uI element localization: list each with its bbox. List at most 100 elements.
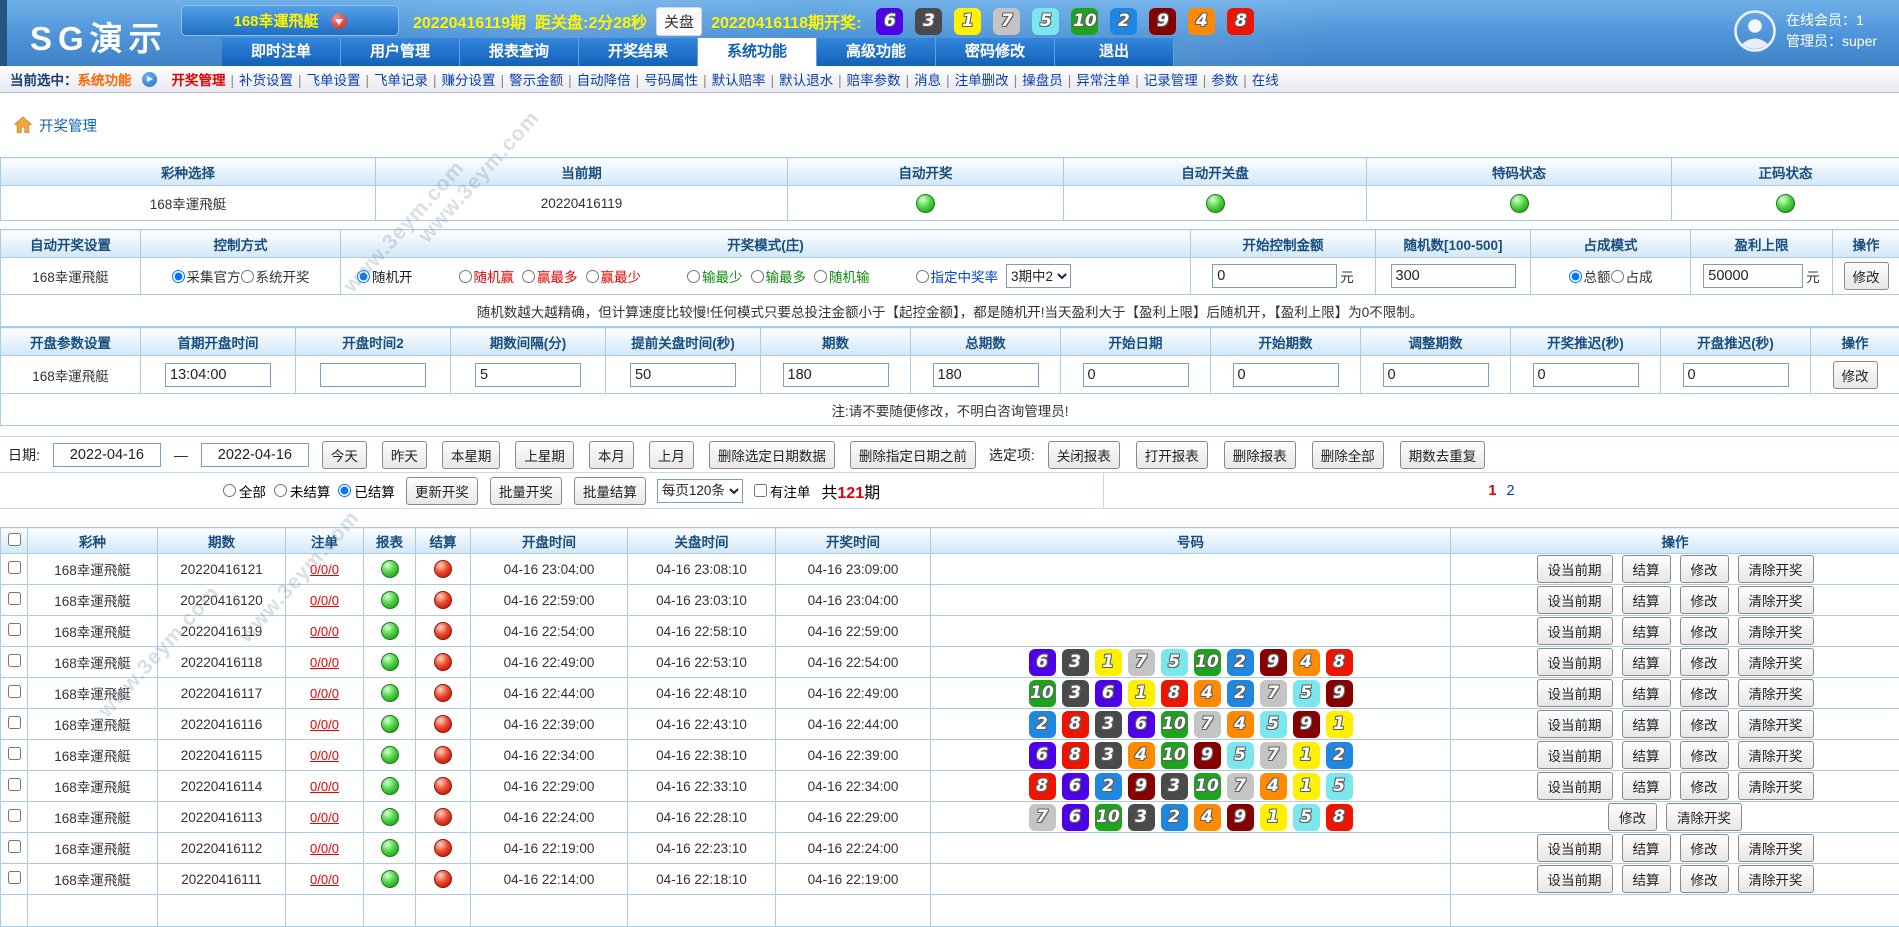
start-amount-input[interactable] xyxy=(1212,264,1337,288)
clear-draw-button[interactable]: 清除开奖 xyxy=(1738,555,1814,583)
clear-draw-button[interactable]: 清除开奖 xyxy=(1738,679,1814,707)
settle-status-light[interactable] xyxy=(434,622,452,640)
share-mode-radio[interactable] xyxy=(1611,270,1624,283)
submenu-item-自动降倍[interactable]: 自动降倍 xyxy=(577,73,631,88)
control-mode-option-采集官方[interactable]: 采集官方 xyxy=(172,266,241,286)
submenu-item-默认退水[interactable]: 默认退水 xyxy=(779,73,833,88)
this-week-button[interactable]: 本星期 xyxy=(442,441,501,469)
report-status-light[interactable] xyxy=(381,777,399,795)
page-1[interactable]: 1 xyxy=(1488,483,1496,499)
clear-draw-button[interactable]: 清除开奖 xyxy=(1738,772,1814,800)
delete-report-button[interactable]: 删除报表 xyxy=(1224,441,1296,469)
draw-mode-radio[interactable] xyxy=(751,270,764,283)
last-month-button[interactable]: 上月 xyxy=(649,441,694,469)
bets-link[interactable]: 0/0/0 xyxy=(310,841,339,856)
bets-link[interactable]: 0/0/0 xyxy=(310,686,339,701)
submenu-item-开奖管理[interactable]: 开奖管理 xyxy=(172,73,226,88)
report-status-light[interactable] xyxy=(381,684,399,702)
modify-button[interactable]: 修改 xyxy=(1680,648,1729,676)
settle-status-light[interactable] xyxy=(434,684,452,702)
page-2[interactable]: 2 xyxy=(1507,483,1515,499)
settle-status-light[interactable] xyxy=(434,777,452,795)
settle-button[interactable]: 结算 xyxy=(1622,834,1671,862)
open-param-input[interactable] xyxy=(165,363,271,387)
settle-status-radio[interactable] xyxy=(338,484,351,497)
open-param-input[interactable] xyxy=(783,363,889,387)
share-mode-option-总额[interactable]: 总额 xyxy=(1569,266,1611,286)
settle-status-light[interactable] xyxy=(434,808,452,826)
clear-draw-button[interactable]: 清除开奖 xyxy=(1666,803,1742,831)
settle-status-radio[interactable] xyxy=(223,484,236,497)
batch-settle-button[interactable]: 批量结算 xyxy=(574,477,646,505)
modify-button[interactable]: 修改 xyxy=(1608,803,1657,831)
update-draw-button[interactable]: 更新开奖 xyxy=(406,477,478,505)
submenu-item-记录管理[interactable]: 记录管理 xyxy=(1144,73,1198,88)
modify-button[interactable]: 修改 xyxy=(1680,586,1729,614)
normal-code-light[interactable] xyxy=(1776,194,1795,213)
submenu-item-消息[interactable]: 消息 xyxy=(914,73,941,88)
row-checkbox[interactable] xyxy=(8,654,21,667)
open-param-input[interactable] xyxy=(1383,363,1489,387)
delete-all-button[interactable]: 删除全部 xyxy=(1312,441,1384,469)
row-checkbox[interactable] xyxy=(8,716,21,729)
set-current-period-button[interactable]: 设当前期 xyxy=(1537,679,1613,707)
settle-status-light[interactable] xyxy=(434,746,452,764)
set-current-period-button[interactable]: 设当前期 xyxy=(1537,555,1613,583)
delete-selected-dates-button[interactable]: 删除选定日期数据 xyxy=(709,441,835,469)
report-status-light[interactable] xyxy=(381,839,399,857)
set-current-period-button[interactable]: 设当前期 xyxy=(1537,772,1613,800)
auto-draw-light[interactable] xyxy=(916,194,935,213)
modify-button[interactable]: 修改 xyxy=(1680,555,1729,583)
draw-mode-option-随机输[interactable]: 随机输 xyxy=(814,266,870,286)
open-param-input[interactable] xyxy=(1683,363,1789,387)
settle-button[interactable]: 结算 xyxy=(1622,679,1671,707)
delete-before-date-button[interactable]: 删除指定日期之前 xyxy=(850,441,976,469)
draw-mode-option-随机开[interactable]: 随机开 xyxy=(357,266,413,286)
auto-open-close-light[interactable] xyxy=(1206,194,1225,213)
bets-link[interactable]: 0/0/0 xyxy=(310,624,339,639)
close-market-button[interactable]: 关盘 xyxy=(656,7,702,36)
clear-draw-button[interactable]: 清除开奖 xyxy=(1738,834,1814,862)
profit-limit-input[interactable] xyxy=(1703,264,1803,288)
settle-status-light[interactable] xyxy=(434,870,452,888)
submenu-item-注单删改[interactable]: 注单删改 xyxy=(955,73,1009,88)
submenu-item-默认赔率[interactable]: 默认赔率 xyxy=(712,73,766,88)
control-mode-radio[interactable] xyxy=(241,270,254,283)
row-checkbox[interactable] xyxy=(8,623,21,636)
settle-button[interactable]: 结算 xyxy=(1622,555,1671,583)
submenu-item-号码属性[interactable]: 号码属性 xyxy=(644,73,698,88)
tab-开奖结果[interactable]: 开奖结果 xyxy=(579,38,698,66)
open-report-button[interactable]: 打开报表 xyxy=(1136,441,1208,469)
draw-mode-radio[interactable] xyxy=(586,270,599,283)
report-status-light[interactable] xyxy=(381,653,399,671)
settle-button[interactable]: 结算 xyxy=(1622,617,1671,645)
open-param-input[interactable] xyxy=(1083,363,1189,387)
set-current-period-button[interactable]: 设当前期 xyxy=(1537,741,1613,769)
clear-draw-button[interactable]: 清除开奖 xyxy=(1738,865,1814,893)
modify-button[interactable]: 修改 xyxy=(1833,361,1878,389)
settle-status-option-未结算[interactable]: 未结算 xyxy=(274,481,331,501)
tab-退出[interactable]: 退出 xyxy=(1055,38,1174,66)
report-status-light[interactable] xyxy=(381,560,399,578)
report-status-light[interactable] xyxy=(381,870,399,888)
random-number-input[interactable] xyxy=(1391,264,1516,288)
draw-mode-option-输最多[interactable]: 输最多 xyxy=(751,266,807,286)
tab-报表查询[interactable]: 报表查询 xyxy=(460,38,579,66)
draw-mode-option-随机赢[interactable]: 随机赢 xyxy=(459,266,515,286)
share-mode-radio[interactable] xyxy=(1569,270,1582,283)
win-rate-select[interactable]: 3期中2 xyxy=(1006,264,1071,288)
set-current-period-button[interactable]: 设当前期 xyxy=(1537,586,1613,614)
clear-draw-button[interactable]: 清除开奖 xyxy=(1738,648,1814,676)
draw-mode-option-输最少[interactable]: 输最少 xyxy=(687,266,743,286)
today-button[interactable]: 今天 xyxy=(322,441,367,469)
row-checkbox[interactable] xyxy=(8,685,21,698)
settle-status-light[interactable] xyxy=(434,591,452,609)
bets-link[interactable]: 0/0/0 xyxy=(310,748,339,763)
control-mode-radio[interactable] xyxy=(172,270,185,283)
settle-status-light[interactable] xyxy=(434,560,452,578)
report-status-light[interactable] xyxy=(381,715,399,733)
submenu-item-异常注单[interactable]: 异常注单 xyxy=(1076,73,1130,88)
report-status-light[interactable] xyxy=(381,746,399,764)
settle-status-light[interactable] xyxy=(434,653,452,671)
report-status-light[interactable] xyxy=(381,591,399,609)
